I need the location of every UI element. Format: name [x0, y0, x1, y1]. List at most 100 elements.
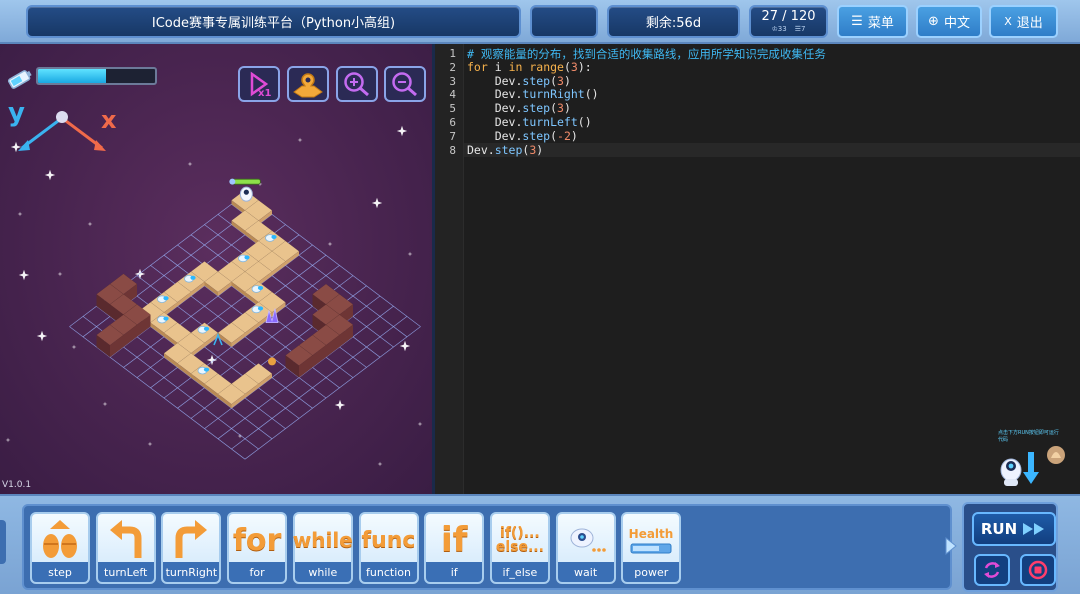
- code-token: 3: [557, 101, 564, 116]
- turnleft-command[interactable]: turnLeft: [95, 512, 156, 584]
- code-line[interactable]: for i in range(3):: [467, 60, 592, 74]
- power-icon: Health: [623, 516, 679, 564]
- line-number: 7: [449, 129, 456, 143]
- blank-panel: [530, 5, 598, 38]
- turn-left-icon: [98, 516, 154, 564]
- code-line[interactable]: Dev.turnLeft(): [467, 115, 592, 129]
- stat-a: ♔33: [772, 26, 787, 33]
- function-command[interactable]: func function: [358, 512, 419, 584]
- code-token: 3: [557, 73, 564, 88]
- command-palette: step turnLeft turnRight for for while while fun…: [22, 504, 952, 590]
- language-button[interactable]: ⊕ 中文: [916, 5, 982, 38]
- stat-b-value: 7: [801, 25, 806, 33]
- code-line[interactable]: Dev.turnRight(): [467, 87, 599, 101]
- code-token: (: [550, 128, 558, 143]
- title-text: ICode赛事专属训练平台（Python小高组): [151, 16, 396, 31]
- code-token: (: [550, 101, 558, 116]
- turn-right-icon: [163, 516, 219, 564]
- command-label: for: [229, 562, 286, 582]
- robot-health-cap: [229, 178, 236, 185]
- command-label: function: [360, 562, 417, 582]
- energy-core: [163, 296, 169, 301]
- chevron-right-icon[interactable]: [944, 536, 958, 556]
- for-command[interactable]: for for: [227, 512, 288, 584]
- refresh-icon: [984, 562, 1000, 578]
- code-token: in: [508, 59, 523, 74]
- command-word: func: [361, 527, 416, 553]
- code-token: -2: [557, 128, 571, 143]
- energy-core: [163, 316, 169, 321]
- exit-button[interactable]: X 退出: [989, 5, 1058, 38]
- if-command[interactable]: if if: [424, 512, 485, 584]
- collapse-handle[interactable]: [0, 520, 6, 564]
- remaining-days: 剩余:56d: [607, 5, 740, 38]
- line-number: 4: [449, 88, 456, 102]
- code-token: Dev.: [467, 101, 523, 116]
- stat-a-value: 33: [777, 25, 787, 33]
- command-label: wait: [557, 562, 614, 582]
- else-word: else...: [495, 539, 544, 555]
- code-token: i: [487, 59, 509, 74]
- turnright-command[interactable]: turnRight: [161, 512, 222, 584]
- wait-icon: [558, 516, 614, 564]
- menu-icon: ☰: [851, 14, 863, 29]
- hint-mascot[interactable]: 点击下方RUN按钮即可运行代码: [994, 426, 1074, 492]
- step-icon: [32, 516, 88, 564]
- line-number: 1: [449, 47, 456, 60]
- reset-button[interactable]: [974, 554, 1010, 586]
- code-editor[interactable]: 12345678 # 观察能量的分布，找到合适的收集路线，应用所学知识完成收集任…: [435, 44, 1080, 494]
- line-number: 8: [449, 143, 456, 157]
- code-token: step: [522, 128, 551, 143]
- globe-icon: ⊕: [928, 14, 939, 29]
- if-else-word: if()...: [500, 525, 540, 541]
- wait-command[interactable]: wait: [555, 512, 616, 584]
- run-button[interactable]: RUN: [972, 512, 1056, 546]
- command-label: turnLeft: [97, 562, 154, 582]
- energy-core: [271, 235, 277, 239]
- code-token: turnRight: [522, 87, 585, 102]
- command-label: power: [623, 562, 680, 582]
- code-token: (): [577, 115, 592, 129]
- code-line[interactable]: Dev.step(-2): [467, 129, 578, 143]
- run-label: RUN: [980, 520, 1018, 538]
- command-label: if_else: [491, 562, 548, 582]
- command-word: if: [440, 520, 468, 560]
- command-label: turnRight: [163, 562, 220, 582]
- energy-core: [257, 306, 264, 311]
- progress-stats: ♔33 ☰7: [772, 26, 806, 33]
- game-board: [69, 178, 421, 460]
- command-label: if: [426, 562, 483, 582]
- stop-button[interactable]: [1020, 554, 1056, 586]
- remaining-text: 剩余:56d: [645, 16, 702, 31]
- code-token: range: [529, 59, 564, 74]
- energy-core: [203, 326, 210, 331]
- stat-b: ☰7: [795, 26, 806, 33]
- item-marker: [268, 357, 276, 366]
- code-line[interactable]: Dev.step(3): [467, 101, 571, 115]
- robot-eye: [243, 189, 249, 195]
- step-command[interactable]: step: [30, 512, 90, 584]
- bottom-panel: step turnLeft turnRight for for while while fun…: [0, 494, 1080, 594]
- code-token: (: [563, 59, 571, 74]
- stop-icon: [1028, 560, 1048, 580]
- if-else-command[interactable]: if()... else... if_else: [489, 512, 550, 584]
- line-number: 6: [449, 116, 456, 129]
- close-icon: X: [1004, 15, 1012, 28]
- code-token: Dev.: [467, 128, 523, 143]
- code-token: ): [563, 73, 571, 88]
- while-command[interactable]: while while: [292, 512, 353, 584]
- code-token: step: [522, 73, 551, 88]
- code-token: turnLeft: [522, 115, 578, 129]
- line-number: 5: [449, 102, 456, 116]
- power-command[interactable]: Health power: [621, 512, 682, 584]
- code-line[interactable]: Dev.step(3): [467, 74, 571, 88]
- if-else-icon: if()... else...: [492, 516, 548, 564]
- game-scene[interactable]: x1 y x V1.0.1: [0, 44, 432, 494]
- energy-core: [257, 286, 264, 290]
- line-number: 2: [449, 60, 456, 74]
- page-title: ICode赛事专属训练平台（Python小高组): [26, 5, 521, 38]
- menu-button[interactable]: ☰ 菜单: [837, 5, 908, 38]
- code-token: step: [522, 101, 551, 116]
- code-line[interactable]: Dev.step(3): [467, 143, 543, 157]
- code-token: Dev.: [467, 73, 523, 88]
